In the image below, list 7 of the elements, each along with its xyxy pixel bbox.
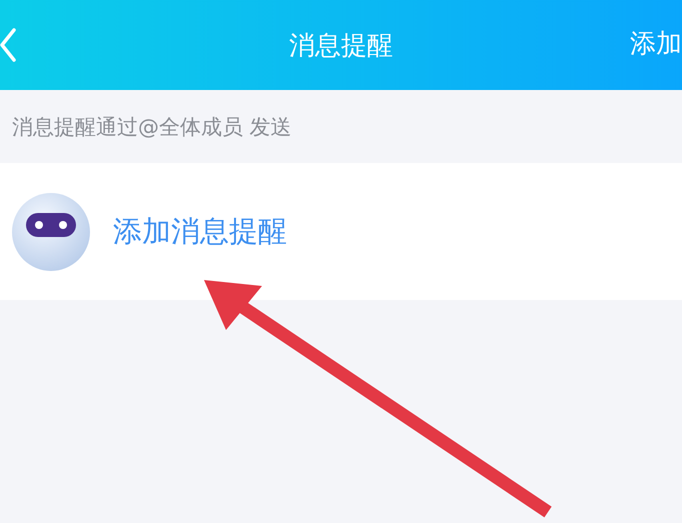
add-button[interactable]: 添加	[630, 26, 682, 61]
row-label: 添加消息提醒	[113, 212, 287, 250]
page-title: 消息提醒	[289, 30, 393, 62]
reminder-row[interactable]: 添加消息提醒	[0, 163, 682, 300]
hint-text: 消息提醒通过@全体成员 发送	[11, 114, 293, 140]
back-icon[interactable]	[0, 28, 16, 62]
robot-avatar-icon	[12, 192, 90, 270]
